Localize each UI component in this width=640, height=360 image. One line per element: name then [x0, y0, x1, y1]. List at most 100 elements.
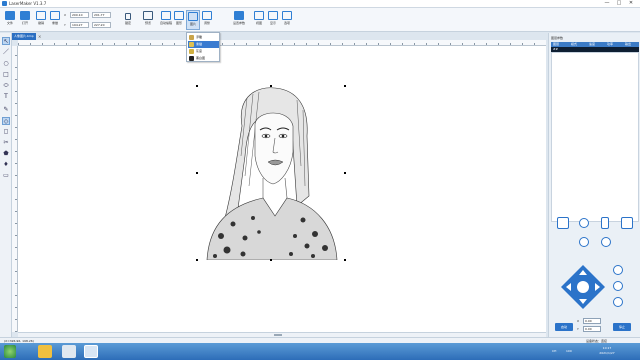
- title-bar: LaserMaker V1.3.7 — □ ✕: [0, 0, 640, 8]
- direction-pad: [561, 265, 605, 309]
- volume-indicator[interactable]: 100: [566, 343, 572, 360]
- bw-icon: [189, 56, 194, 61]
- view-button[interactable]: 视图: [252, 10, 266, 30]
- text-tool-icon[interactable]: T: [2, 93, 10, 101]
- selection-handle[interactable]: [344, 259, 346, 261]
- selection-handle[interactable]: [344, 85, 346, 87]
- circle-tool-icon[interactable]: ○: [2, 60, 10, 68]
- minimize-button[interactable]: —: [602, 0, 612, 7]
- display-icon: [268, 11, 278, 20]
- selection-handle[interactable]: [196, 172, 198, 174]
- file-label: 文件: [6, 21, 13, 25]
- shapes-label: 图形: [175, 21, 182, 25]
- display-label: 显示: [269, 21, 276, 25]
- lock-label: 锁定: [124, 21, 131, 25]
- menu-item-sketch[interactable]: 素描: [188, 41, 219, 48]
- image-label: 图片: [189, 22, 196, 26]
- select-tool-icon[interactable]: ↖: [2, 37, 10, 45]
- bw-label: 黑白图: [196, 56, 206, 60]
- frame-tool-icon[interactable]: ▭: [2, 172, 10, 180]
- menu-item-grayscale[interactable]: 灰度: [188, 48, 219, 55]
- settings-icon: [234, 11, 244, 20]
- app-window-icon[interactable]: [62, 345, 76, 358]
- adjust-button[interactable]: 调整: [200, 10, 214, 30]
- start-menu-icon[interactable]: [4, 345, 16, 358]
- vector-icon: [161, 11, 171, 20]
- options-icon: [282, 11, 292, 20]
- lock-ratio-button[interactable]: 锁定: [122, 12, 134, 30]
- selection-handle[interactable]: [270, 259, 272, 261]
- machine-control: 启动 X 0.00 Y 0.00 停止: [553, 213, 637, 335]
- cut-tool-icon[interactable]: ✂: [2, 139, 10, 147]
- open-button[interactable]: 打开: [18, 10, 32, 30]
- explorer-icon[interactable]: [38, 345, 52, 358]
- redo-label: 重做: [51, 21, 58, 25]
- frame-button-icon[interactable]: [557, 217, 569, 229]
- stop-icon[interactable]: [601, 237, 611, 247]
- home-down-icon[interactable]: [613, 297, 623, 307]
- ellipse-tool-icon[interactable]: ⬭: [2, 82, 10, 90]
- view-icon: [254, 11, 264, 20]
- lock-icon: [125, 13, 131, 20]
- grayscale-icon: [189, 49, 194, 54]
- stop-button[interactable]: 停止: [613, 323, 631, 331]
- scrollbar-thumb[interactable]: [274, 334, 282, 336]
- polygon-tool-icon[interactable]: ⬟: [2, 150, 10, 158]
- selection-handle[interactable]: [196, 259, 198, 261]
- maximize-button[interactable]: □: [614, 0, 624, 7]
- node-edit-tool-icon[interactable]: ◇: [2, 117, 10, 125]
- options-label: 选项: [283, 21, 290, 25]
- folder-icon: [5, 11, 15, 20]
- folder-open-icon[interactable]: [621, 217, 633, 229]
- x-label: X: [64, 13, 67, 17]
- display-button[interactable]: 显示: [266, 10, 280, 30]
- redo-button[interactable]: 重做: [48, 10, 62, 30]
- width-input[interactable]: 201.77: [92, 12, 111, 18]
- document-close-icon[interactable]: ✕: [38, 34, 41, 39]
- sketch-icon: [189, 42, 194, 47]
- close-button[interactable]: ✕: [626, 0, 636, 7]
- shapes-button[interactable]: 图形: [172, 10, 186, 30]
- undo-button[interactable]: 撤销: [34, 10, 48, 30]
- x-move-input[interactable]: 0.00: [583, 318, 601, 324]
- y-move-input[interactable]: 0.00: [583, 326, 601, 332]
- fill-tool-icon[interactable]: ♦: [2, 161, 10, 169]
- window-title: LaserMaker V1.3.7: [9, 1, 47, 6]
- file-export-icon[interactable]: [601, 217, 609, 229]
- rectangle-tool-icon[interactable]: □: [2, 71, 10, 79]
- file-button[interactable]: 文件: [3, 10, 17, 30]
- document-tab[interactable]: 人像图片.bmp: [12, 33, 36, 40]
- params-button[interactable]: 设置参数: [230, 10, 248, 30]
- x-input[interactable]: 200.10: [70, 12, 89, 18]
- pen-tool-icon[interactable]: ✎: [2, 106, 10, 114]
- selection-handle[interactable]: [270, 85, 272, 87]
- system-clock[interactable]: 10:17 2021/1/27: [592, 346, 622, 356]
- sketch-label: 素描: [196, 42, 203, 46]
- home-up-icon[interactable]: [613, 265, 623, 275]
- selection-handle[interactable]: [344, 172, 346, 174]
- app-logo-icon: [2, 1, 7, 6]
- height-input[interactable]: 227.20: [92, 22, 111, 28]
- clock-date: 2021/1/27: [599, 351, 615, 355]
- redo-icon: [50, 11, 60, 20]
- line-tool-icon[interactable]: ／: [2, 49, 10, 57]
- portrait-sketch-image[interactable]: [197, 86, 345, 261]
- adjust-label: 调整: [203, 21, 210, 25]
- undo-icon: [36, 11, 46, 20]
- preview-button[interactable]: 预览: [139, 10, 157, 30]
- y-input[interactable]: 194.27: [70, 22, 89, 28]
- timer-icon[interactable]: [579, 218, 589, 228]
- menu-item-bw[interactable]: 黑白图: [188, 55, 219, 62]
- lasermaker-taskbar-icon[interactable]: [84, 345, 98, 358]
- y-move-label: Y: [577, 327, 579, 331]
- input-language[interactable]: CH: [552, 343, 556, 360]
- menu-item-emboss[interactable]: 浮雕: [188, 34, 219, 41]
- selection-handle[interactable]: [196, 85, 198, 87]
- origin-icon[interactable]: [613, 281, 623, 291]
- image-button[interactable]: 图片: [186, 10, 200, 30]
- play-icon[interactable]: [579, 237, 589, 247]
- main-toolbar: 文件 打开 撤销 重做 X 200.10 201.77 Y 194.27 227…: [0, 8, 640, 32]
- start-button[interactable]: 启动: [555, 323, 573, 331]
- crop-tool-icon[interactable]: ◻: [2, 128, 10, 136]
- options-button[interactable]: 选项: [280, 10, 294, 30]
